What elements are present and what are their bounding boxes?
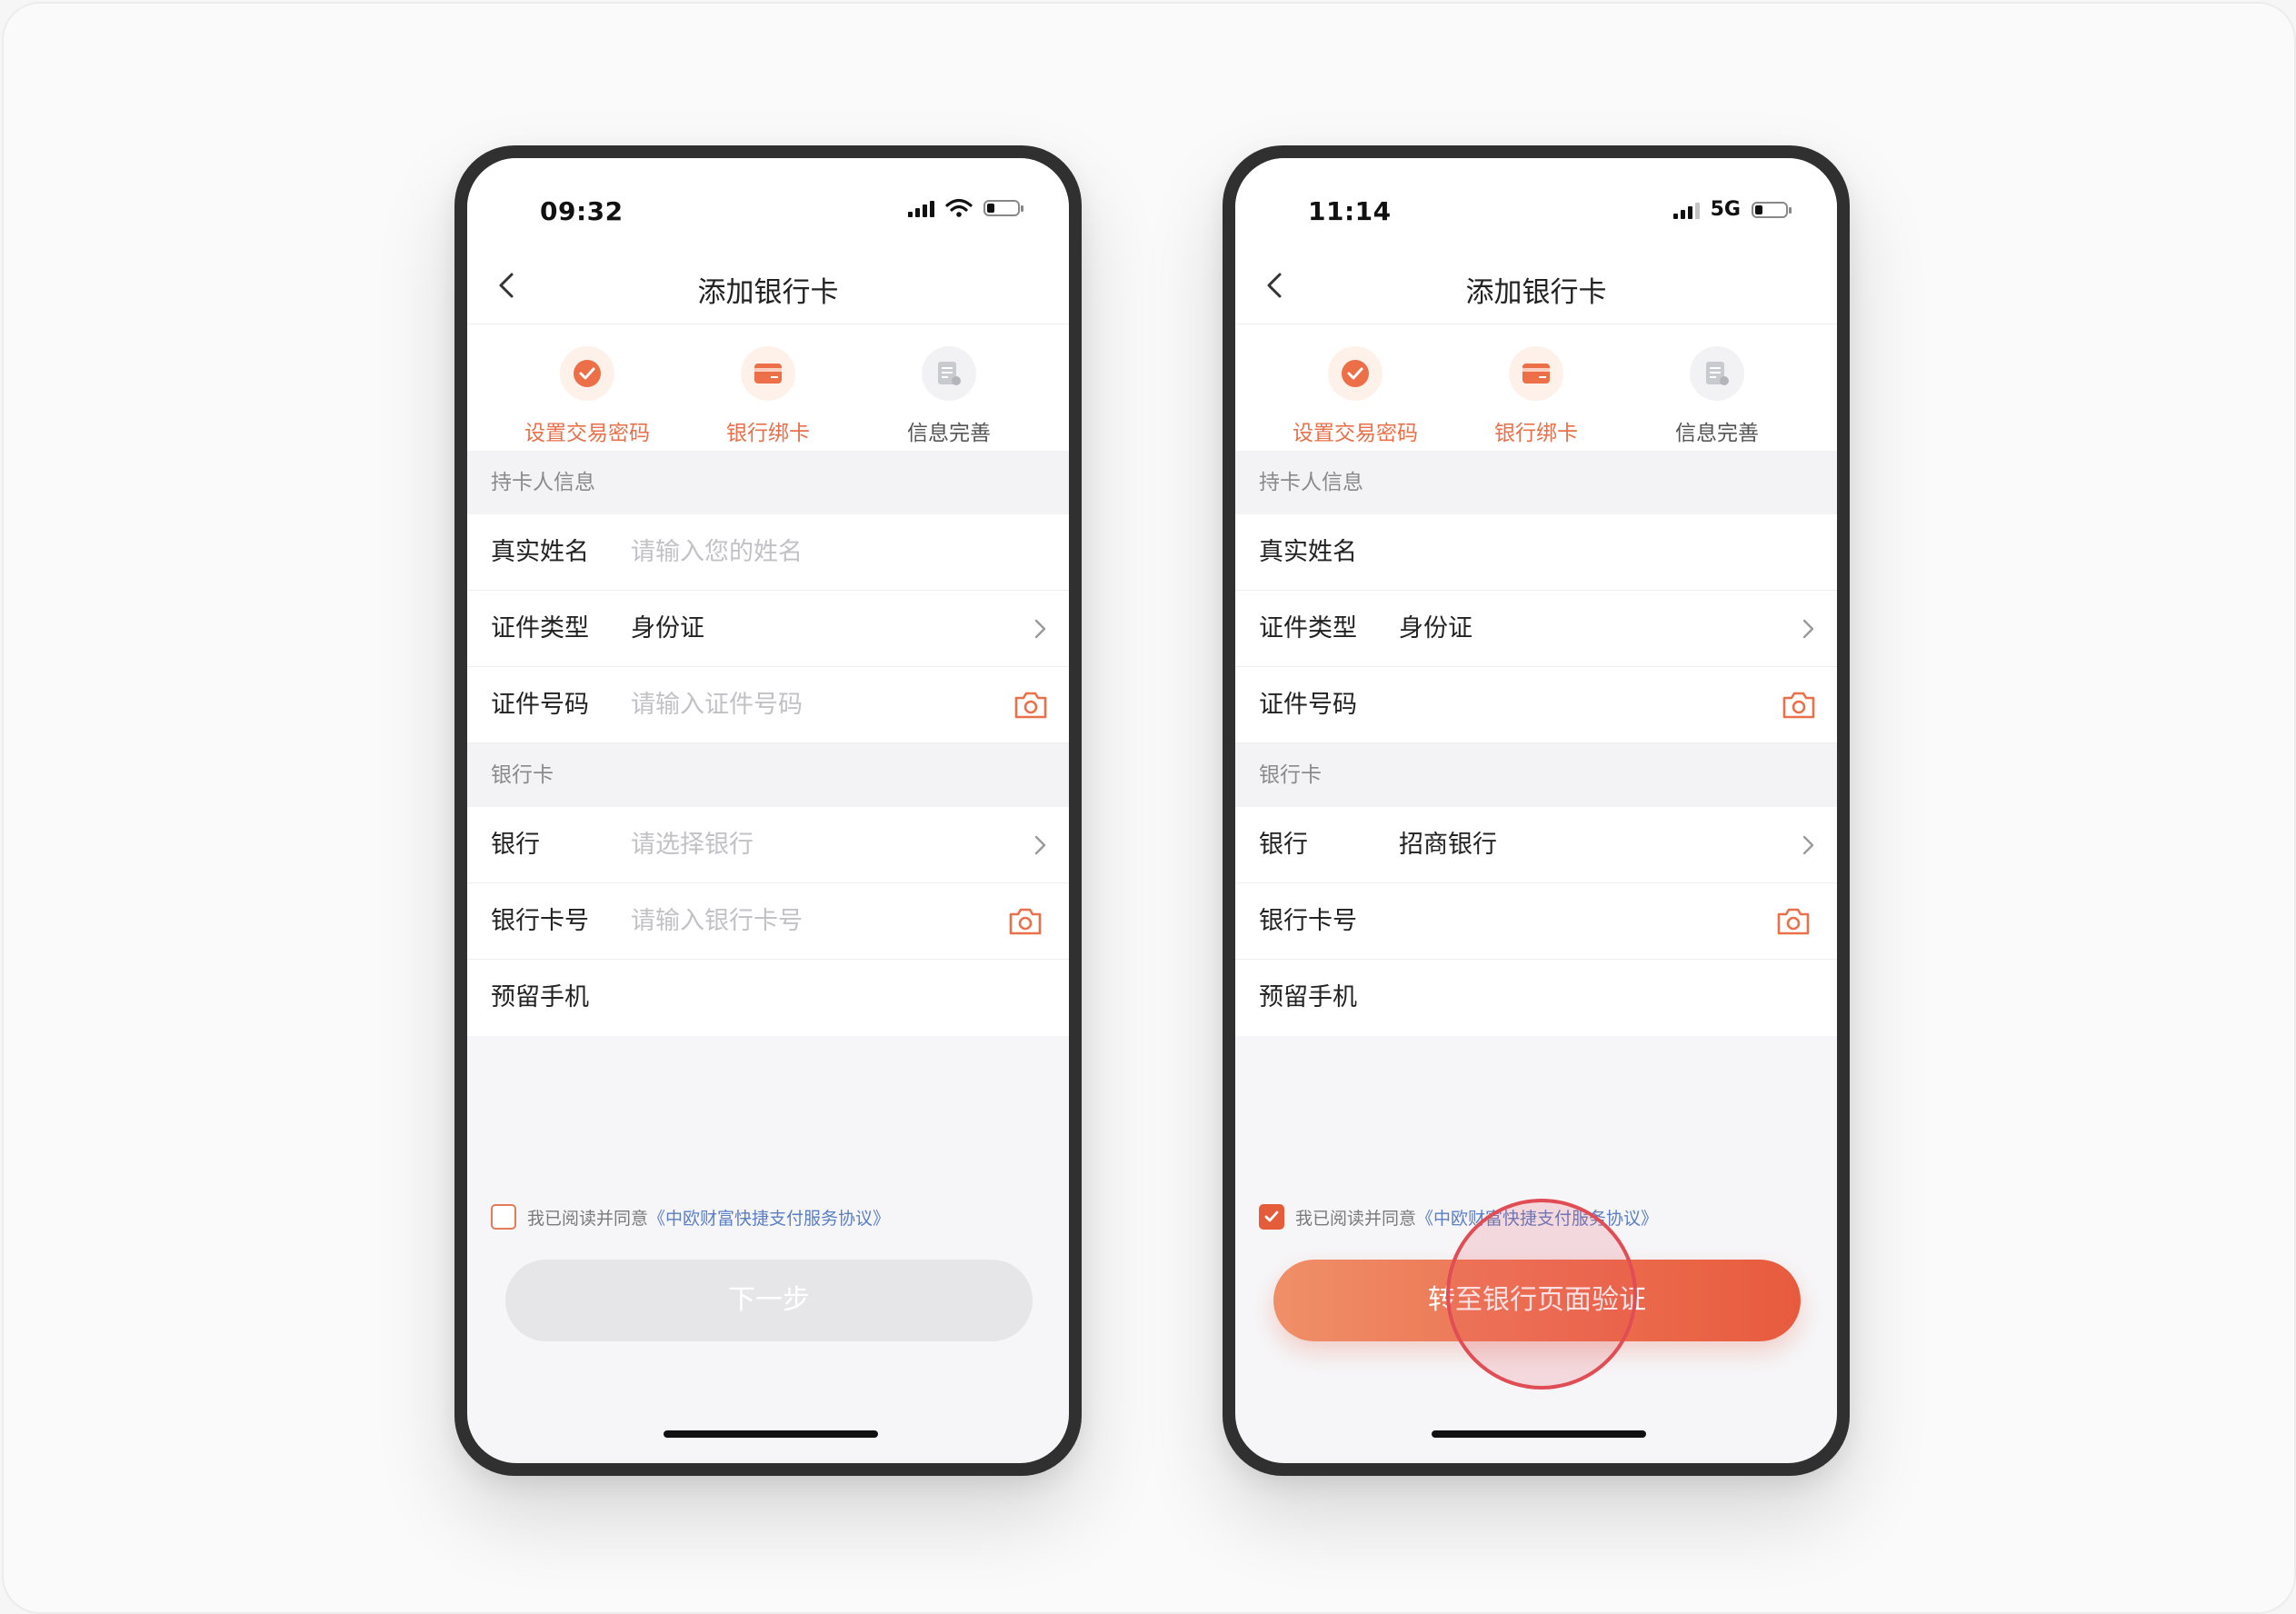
field-label: 银行 xyxy=(1259,831,1308,859)
page-title: 添加银行卡 xyxy=(1465,276,1607,309)
step-label: 设置交易密码 xyxy=(1293,422,1418,445)
wifi-icon xyxy=(945,198,973,217)
step-label: 设置交易密码 xyxy=(524,422,650,445)
bank-field[interactable]: 银行 招商银行 xyxy=(1235,807,1837,883)
document-icon xyxy=(922,346,976,401)
id-type-field[interactable]: 证件类型 身份证 xyxy=(467,591,1069,667)
network-type: 5G xyxy=(1710,198,1741,221)
bank-card-icon xyxy=(741,346,795,401)
field-label: 银行卡号 xyxy=(491,907,589,935)
section-header-holder: 持卡人信息 xyxy=(1235,451,1837,514)
phone-field[interactable]: 预留手机 xyxy=(467,960,1069,1036)
bank-card-icon xyxy=(1509,346,1563,401)
id-number-field[interactable]: 证件号码 xyxy=(1235,667,1837,743)
agreement-link[interactable]: 《中欧财富快捷支付服务协议》 xyxy=(1416,1205,1658,1230)
section-header-bank: 银行卡 xyxy=(467,743,1069,807)
battery-icon xyxy=(1752,201,1792,218)
name-field[interactable]: 真实姓名 请输入您的姓名 xyxy=(467,514,1069,591)
id-type-field[interactable]: 证件类型 身份证 xyxy=(1235,591,1837,667)
field-label: 真实姓名 xyxy=(1259,538,1357,566)
nav-bar: 添加银行卡 xyxy=(1235,249,1837,324)
section-header-bank: 银行卡 xyxy=(1235,743,1837,807)
bank-select[interactable]: 招商银行 xyxy=(1399,807,1497,883)
progress-steps: 设置交易密码 银行绑卡 信息完善 xyxy=(1235,324,1837,451)
agreement-text: 我已阅读并同意 xyxy=(527,1208,649,1229)
field-label: 真实姓名 xyxy=(491,538,589,566)
phone-screen: 11:14 5G 添加银行卡 设置交易密码 银行绑卡 信息完善 持卡人信息 真实… xyxy=(1235,158,1837,1463)
agreement-row: 我已阅读并同意 《中欧财富快捷支付服务协议》 xyxy=(491,1201,1054,1232)
camera-icon[interactable] xyxy=(1775,905,1812,938)
bank-field[interactable]: 银行 请选择银行 xyxy=(467,807,1069,883)
field-label: 证件号码 xyxy=(491,691,589,719)
chevron-right-icon xyxy=(1034,619,1046,639)
step-label: 银行绑卡 xyxy=(1494,422,1578,445)
agreement-text: 我已阅读并同意 xyxy=(1295,1208,1417,1229)
id-type-value[interactable]: 身份证 xyxy=(1399,591,1472,667)
agreement-checkbox[interactable] xyxy=(1259,1204,1284,1230)
phone-field[interactable]: 预留手机 xyxy=(1235,960,1837,1036)
chevron-right-icon xyxy=(1802,835,1814,855)
phone-screen: 09:32 添加银行卡 设置交易密码 银行绑卡 信息完善 持卡人信息 真实姓名 … xyxy=(467,158,1069,1463)
page-title: 添加银行卡 xyxy=(697,276,839,309)
step-label: 信息完善 xyxy=(907,422,991,445)
camera-icon[interactable] xyxy=(1013,689,1049,722)
bank-select[interactable]: 请选择银行 xyxy=(631,807,754,883)
home-indicator xyxy=(1432,1430,1646,1438)
field-label: 预留手机 xyxy=(1259,983,1357,1011)
agreement-row: 我已阅读并同意 《中欧财富快捷支付服务协议》 xyxy=(1259,1201,1822,1232)
field-label: 证件类型 xyxy=(491,614,589,643)
field-label: 银行卡号 xyxy=(1259,907,1357,935)
chevron-right-icon xyxy=(1802,619,1814,639)
status-icons: 5G xyxy=(1672,198,1792,221)
id-type-value[interactable]: 身份证 xyxy=(631,591,704,667)
field-label: 预留手机 xyxy=(491,983,589,1011)
status-time: 11:14 xyxy=(1308,196,1392,226)
camera-icon[interactable] xyxy=(1007,905,1043,938)
step-label: 银行绑卡 xyxy=(726,422,810,445)
cellular-signal-icon xyxy=(908,199,934,217)
bank-verify-button[interactable]: 转至银行页面验证 xyxy=(1273,1260,1801,1341)
agreement-checkbox[interactable] xyxy=(491,1204,516,1230)
presentation-canvas: 09:32 添加银行卡 设置交易密码 银行绑卡 信息完善 持卡人信息 真实姓名 … xyxy=(2,2,2296,1614)
check-circle-icon xyxy=(1328,346,1383,401)
chevron-right-icon xyxy=(1034,835,1046,855)
phone-mockup-left: 09:32 添加银行卡 设置交易密码 银行绑卡 信息完善 持卡人信息 真实姓名 … xyxy=(454,145,1082,1476)
home-indicator xyxy=(664,1430,878,1438)
step-label: 信息完善 xyxy=(1675,422,1759,445)
camera-icon[interactable] xyxy=(1781,689,1817,722)
next-step-button[interactable]: 下一步 xyxy=(505,1260,1033,1341)
field-label: 银行 xyxy=(491,831,540,859)
name-field[interactable]: 真实姓名 xyxy=(1235,514,1837,591)
phone-mockup-right: 11:14 5G 添加银行卡 设置交易密码 银行绑卡 信息完善 持卡人信息 真实… xyxy=(1223,145,1850,1476)
cellular-signal-icon xyxy=(1672,201,1700,219)
card-number-field[interactable]: 银行卡号 xyxy=(1235,883,1837,960)
check-circle-icon xyxy=(560,346,614,401)
id-number-field[interactable]: 证件号码 请输入证件号码 xyxy=(467,667,1069,743)
battery-icon xyxy=(983,200,1023,216)
checkmark-icon xyxy=(1264,1210,1279,1222)
agreement-link[interactable]: 《中欧财富快捷支付服务协议》 xyxy=(648,1205,890,1230)
card-number-input[interactable]: 请输入银行卡号 xyxy=(631,883,803,960)
status-bar: 09:32 xyxy=(467,158,1069,249)
name-input[interactable]: 请输入您的姓名 xyxy=(631,514,803,591)
id-number-input[interactable]: 请输入证件号码 xyxy=(631,667,803,743)
card-number-field[interactable]: 银行卡号 请输入银行卡号 xyxy=(467,883,1069,960)
status-bar: 11:14 5G xyxy=(1235,158,1837,249)
nav-bar: 添加银行卡 xyxy=(467,249,1069,324)
section-header-holder: 持卡人信息 xyxy=(467,451,1069,514)
document-icon xyxy=(1690,346,1744,401)
status-icons xyxy=(908,198,1023,218)
field-label: 证件号码 xyxy=(1259,691,1357,719)
field-label: 证件类型 xyxy=(1259,614,1357,643)
status-time: 09:32 xyxy=(540,196,624,226)
progress-steps: 设置交易密码 银行绑卡 信息完善 xyxy=(467,324,1069,451)
